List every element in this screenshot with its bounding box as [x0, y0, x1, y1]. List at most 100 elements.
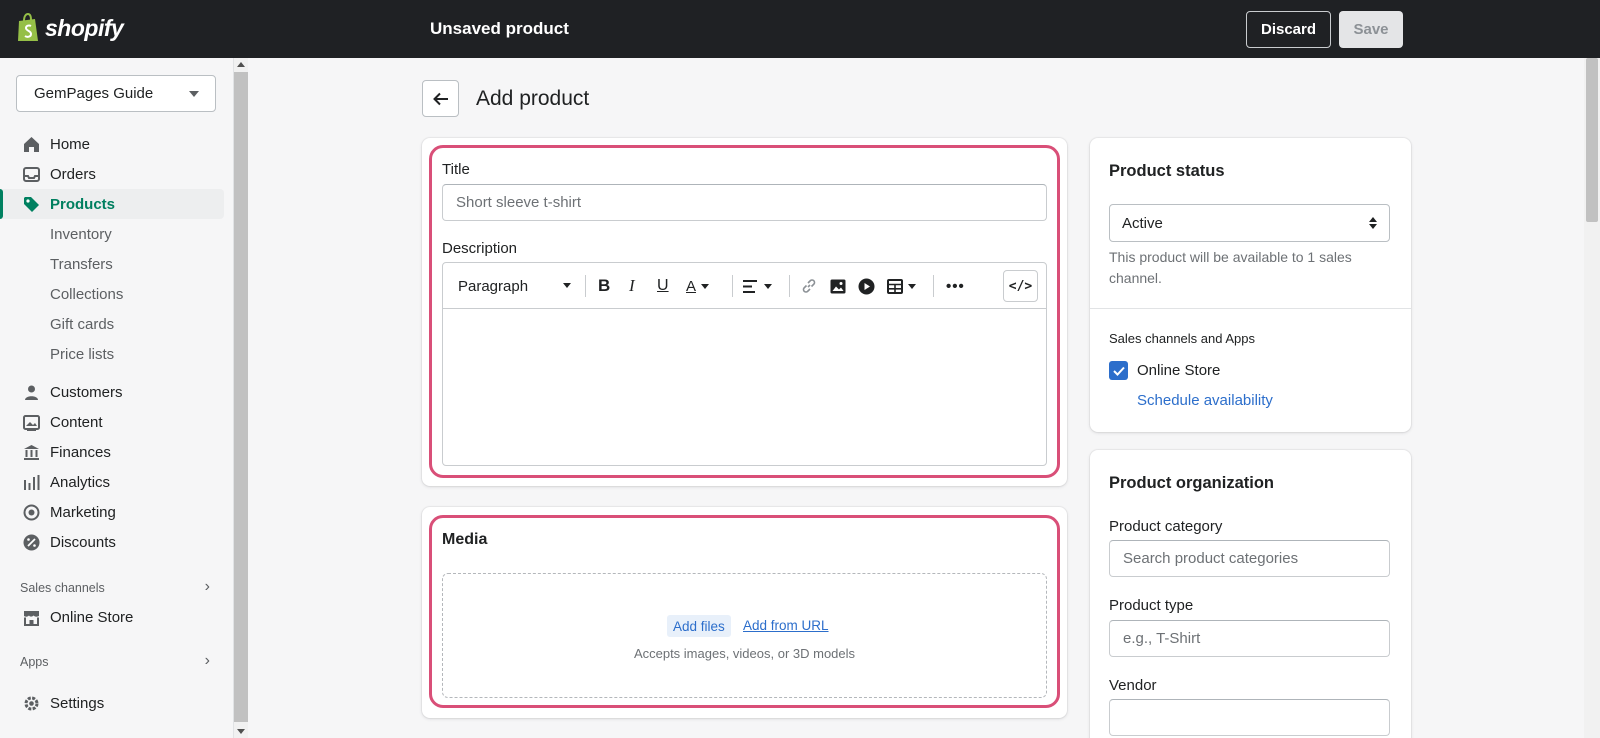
product-type-input[interactable]: e.g., T-Shirt [1109, 620, 1390, 657]
store-selector[interactable]: GemPages Guide [16, 75, 216, 112]
description-editor[interactable]: Paragraph B I U A ••• </> [442, 262, 1047, 466]
tag-icon [24, 197, 39, 212]
sidebar-item-label: Customers [50, 383, 123, 401]
sidebar-item-marketing[interactable]: Marketing [0, 497, 224, 527]
apps-label: Apps [20, 655, 49, 669]
code-icon: </> [1008, 278, 1033, 294]
save-button[interactable]: Save [1339, 11, 1403, 48]
text-color-icon[interactable]: A [686, 275, 710, 297]
sidebar-item-label: Transfers [50, 255, 113, 273]
top-bar: shopify Unsaved product Discard Save [0, 0, 1600, 58]
align-icon[interactable] [743, 275, 772, 297]
sidebar-item-finances[interactable]: Finances [0, 437, 224, 467]
sidebar-item-online-store[interactable]: Online Store [0, 602, 224, 632]
toolbar-divider [933, 275, 934, 297]
product-status-heading: Product status [1109, 162, 1225, 180]
title-input[interactable]: Short sleeve t-shirt [442, 184, 1047, 221]
link-icon[interactable] [801, 275, 817, 297]
scrollbar-thumb[interactable] [234, 72, 248, 722]
media-dropzone[interactable]: Add files Add from URL Accepts images, v… [442, 573, 1047, 698]
italic-icon[interactable]: I [629, 275, 635, 297]
sidebar-item-settings[interactable]: Settings [0, 688, 224, 718]
orders-icon [23, 167, 40, 182]
paragraph-format-select[interactable]: Paragraph [458, 275, 573, 297]
arrow-left-icon [432, 92, 448, 105]
status-select[interactable]: Active [1109, 204, 1390, 242]
sidebar-item-customers[interactable]: Customers [0, 377, 224, 407]
sidebar-item-analytics[interactable]: Analytics [0, 467, 224, 497]
editor-toolbar: Paragraph B I U A ••• </> [443, 263, 1046, 309]
checkmark-icon [1112, 366, 1125, 376]
product-category-input[interactable]: Search product categories [1109, 540, 1390, 577]
sidebar-item-label: Collections [50, 285, 124, 303]
person-icon [25, 385, 38, 400]
sidebar: GemPages Guide Home Orders Products Inve… [0, 58, 234, 738]
toolbar-divider [585, 275, 586, 297]
add-files-button[interactable]: Add files [667, 615, 731, 637]
description-label: Description [442, 240, 518, 257]
online-store-checkbox[interactable] [1109, 361, 1128, 380]
show-html-button[interactable]: </> [1003, 270, 1038, 302]
bold-icon[interactable]: B [598, 275, 610, 297]
media-hint: Accepts images, videos, or 3D models [633, 646, 856, 661]
shopify-bag-icon [18, 13, 38, 41]
more-options-icon[interactable]: ••• [946, 275, 965, 297]
brand-name: shopify [45, 14, 124, 41]
caret-down-icon [563, 283, 571, 288]
schedule-availability-link[interactable]: Schedule availability [1137, 392, 1273, 409]
table-icon[interactable] [887, 275, 916, 297]
status-help-text: This product will be available to 1 sale… [1109, 249, 1352, 286]
sidebar-scrollbar[interactable] [234, 58, 248, 738]
sidebar-item-label: Online Store [50, 608, 134, 626]
underline-icon[interactable]: U [657, 275, 669, 297]
store-name: GemPages Guide [34, 85, 154, 102]
gear-icon [24, 696, 39, 711]
vendor-input[interactable] [1109, 699, 1390, 736]
sidebar-item-label: Content [50, 413, 103, 431]
sidebar-item-price-lists[interactable]: Price lists [0, 339, 224, 369]
align-left-icon [743, 279, 757, 293]
sales-channels-section[interactable]: Sales channels › [20, 578, 210, 596]
divider [1090, 308, 1411, 309]
bank-icon [24, 445, 39, 460]
back-button[interactable] [422, 80, 459, 117]
sidebar-item-inventory[interactable]: Inventory [0, 219, 224, 249]
sidebar-item-label: Finances [50, 443, 111, 461]
discard-button[interactable]: Discard [1246, 11, 1331, 48]
title-label: Title [442, 161, 470, 178]
sidebar-item-home[interactable]: Home [0, 129, 224, 159]
store-icon [24, 611, 39, 626]
image-icon[interactable] [830, 275, 846, 297]
sidebar-item-label: Products [50, 195, 116, 213]
sidebar-item-discounts[interactable]: Discounts [0, 527, 224, 557]
sidebar-item-label: Orders [50, 165, 96, 183]
main-scrollbar[interactable] [1584, 58, 1600, 738]
vendor-label: Vendor [1109, 677, 1157, 694]
sidebar-item-content[interactable]: Content [0, 407, 224, 437]
sidebar-item-collections[interactable]: Collections [0, 279, 224, 309]
scroll-down-icon[interactable] [237, 729, 245, 734]
apps-section[interactable]: Apps › [20, 652, 210, 670]
sidebar-item-label: Price lists [50, 345, 115, 363]
scroll-up-icon[interactable] [237, 62, 245, 67]
sidebar-item-label: Inventory [50, 225, 112, 243]
video-icon[interactable] [858, 275, 875, 297]
sidebar-item-label: Settings [50, 694, 105, 712]
sidebar-item-products[interactable]: Products [0, 189, 224, 219]
chevron-right-icon: › [204, 578, 210, 595]
toolbar-divider [789, 275, 790, 297]
product-category-label: Product category [1109, 518, 1223, 535]
shopify-logo[interactable]: shopify [16, 13, 124, 43]
product-type-label: Product type [1109, 597, 1194, 614]
chevron-right-icon: › [204, 652, 210, 669]
sidebar-item-transfers[interactable]: Transfers [0, 249, 224, 279]
scrollbar-thumb[interactable] [1586, 58, 1598, 222]
online-store-label: Online Store [1137, 362, 1221, 379]
media-heading: Media [442, 531, 488, 548]
sidebar-item-gift-cards[interactable]: Gift cards [0, 309, 224, 339]
sidebar-item-orders[interactable]: Orders [0, 159, 224, 189]
add-from-url-link[interactable]: Add from URL [743, 618, 829, 633]
sidebar-item-label: Discounts [50, 533, 116, 551]
sidebar-item-label: Gift cards [50, 315, 115, 333]
sales-channels-label: Sales channels [20, 581, 105, 595]
